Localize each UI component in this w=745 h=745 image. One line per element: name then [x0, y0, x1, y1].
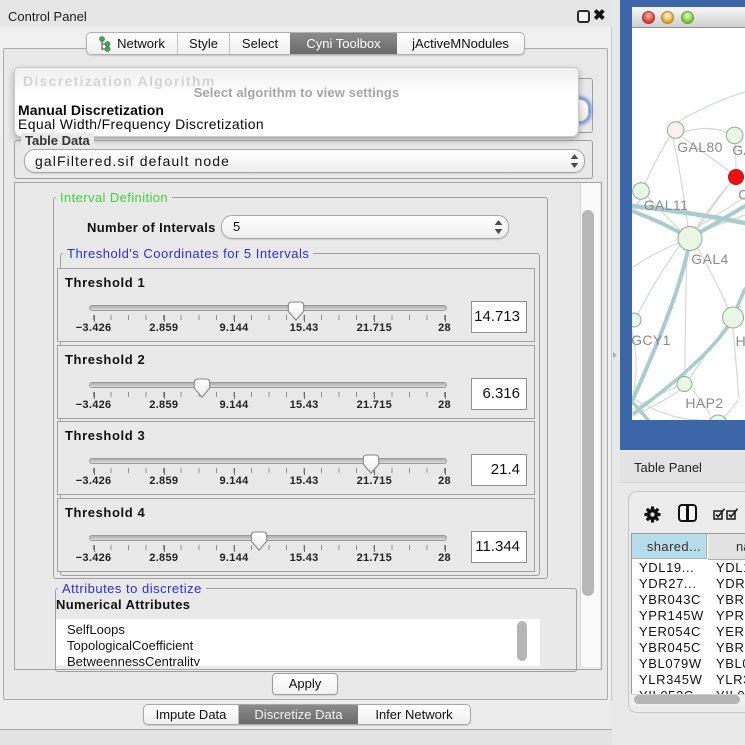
- svg-text:HI: HI: [736, 333, 745, 349]
- svg-text:CR: CR: [738, 187, 745, 203]
- svg-text:GCY1: GCY1: [632, 332, 671, 348]
- svg-text:GAL4: GAL4: [691, 251, 728, 267]
- svg-text:GAL11: GAL11: [644, 197, 689, 213]
- svg-text:HAP2: HAP2: [685, 395, 723, 411]
- svg-text:GAL80: GAL80: [677, 139, 723, 155]
- svg-text:GA: GA: [732, 142, 745, 158]
